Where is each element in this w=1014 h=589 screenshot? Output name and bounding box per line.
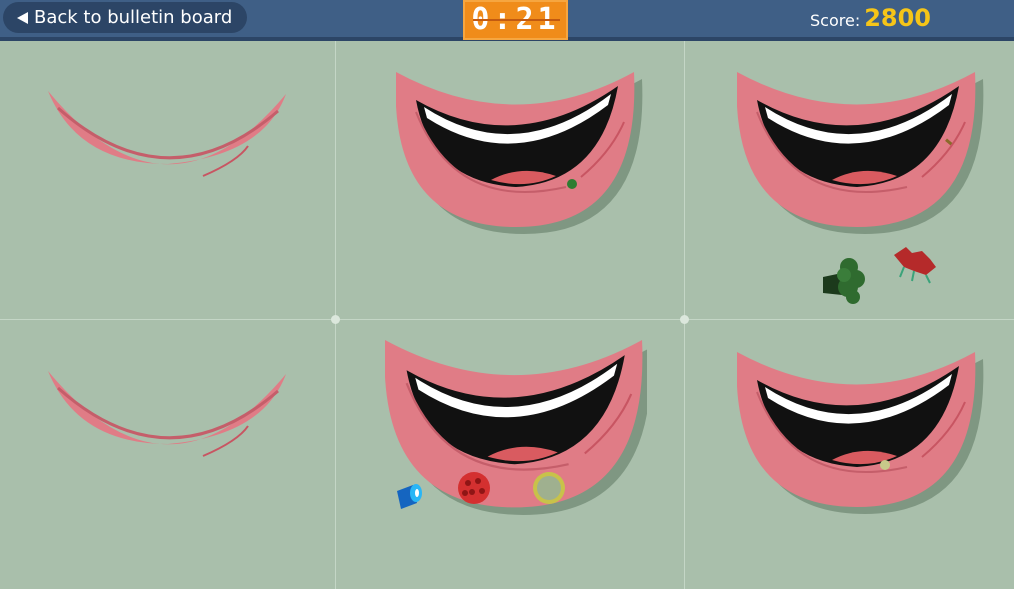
berry-food[interactable] — [458, 472, 490, 504]
broccoli-food[interactable] — [820, 255, 870, 305]
mouth-open-top-right[interactable] — [737, 72, 987, 237]
mouth-closed-top-left[interactable] — [48, 86, 288, 198]
score-value: 2800 — [864, 4, 931, 32]
timer-flip-line — [473, 19, 560, 21]
strawberry-food[interactable] — [890, 243, 940, 285]
grid-junction-dot — [331, 315, 340, 324]
grid-divider-horizontal — [0, 319, 1014, 320]
mouth-closed-bottom-left[interactable] — [48, 366, 288, 478]
broccoli-crumb[interactable] — [567, 179, 577, 189]
score-display: Score: 2800 — [810, 5, 931, 34]
crumb[interactable] — [880, 460, 890, 470]
mouth-open-bottom-right[interactable] — [737, 352, 987, 517]
back-arrow-icon — [17, 12, 28, 24]
cookie-food[interactable] — [533, 472, 565, 504]
grid-junction-dot — [680, 315, 689, 324]
mouth-open-top-center[interactable] — [396, 72, 646, 237]
toothpaste-tube[interactable] — [395, 481, 425, 511]
score-label: Score: — [810, 11, 861, 30]
back-button-label: Back to bulletin board — [34, 7, 233, 28]
back-to-bulletin-board-button[interactable]: Back to bulletin board — [3, 2, 247, 33]
countdown-timer: 0:21 — [463, 0, 568, 40]
